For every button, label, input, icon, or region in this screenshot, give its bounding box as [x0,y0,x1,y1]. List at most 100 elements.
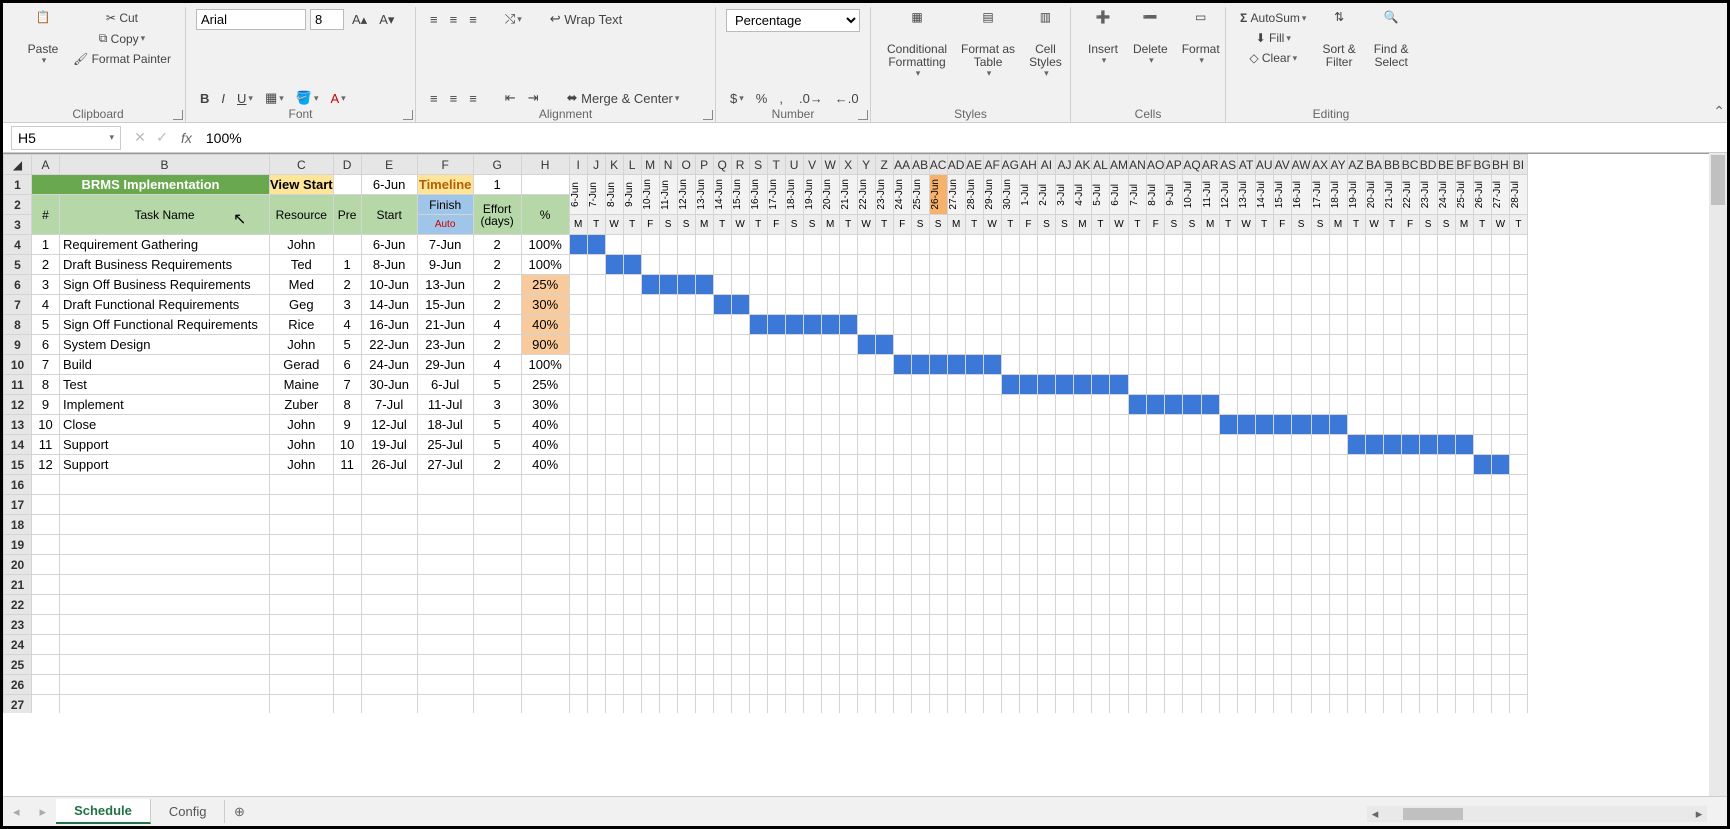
cell[interactable] [1311,555,1329,575]
gantt-cell[interactable] [1037,235,1055,255]
cell[interactable] [1237,655,1255,675]
cell[interactable] [929,635,947,655]
gantt-cell[interactable] [1329,355,1347,375]
cell[interactable] [587,615,605,635]
cell[interactable] [1509,695,1527,714]
gantt-cell[interactable] [929,275,947,295]
cell[interactable] [417,595,473,615]
cell[interactable] [1055,555,1073,575]
cell[interactable] [803,595,821,615]
gantt-cell[interactable] [677,415,695,435]
cell[interactable] [1311,695,1329,714]
gantt-cell[interactable] [677,275,695,295]
cell[interactable] [521,535,569,555]
cell[interactable] [1001,595,1019,615]
cell[interactable] [839,575,857,595]
col-header[interactable]: M [641,155,659,175]
cell[interactable] [1073,495,1091,515]
gantt-cell[interactable] [1219,395,1237,415]
gantt-cell[interactable] [929,255,947,275]
cell[interactable] [641,515,659,535]
gantt-cell[interactable] [1401,275,1419,295]
cell[interactable] [1255,575,1273,595]
cell[interactable] [1146,655,1164,675]
cell[interactable] [1219,615,1237,635]
cell[interactable] [1037,515,1055,535]
gantt-cell[interactable] [1437,455,1455,475]
cell[interactable] [983,675,1001,695]
cell[interactable] [1311,675,1329,695]
gantt-cell[interactable] [1073,255,1091,275]
gantt-cell[interactable] [1091,395,1109,415]
cell[interactable] [857,515,875,535]
cell[interactable] [875,655,893,675]
task-finish[interactable]: 9-Jun [417,255,473,275]
cell[interactable] [857,615,875,635]
gantt-cell[interactable] [1273,235,1291,255]
cell[interactable] [785,475,803,495]
cell[interactable] [1509,655,1527,675]
col-header[interactable]: BA [1365,155,1383,175]
paste-button[interactable]: 📋 Paste▾ [21,9,65,68]
cell[interactable] [270,595,334,615]
gantt-cell[interactable] [749,435,767,455]
cell[interactable] [1383,575,1401,595]
gantt-cell[interactable] [1365,395,1383,415]
cell[interactable] [1201,535,1219,555]
cell[interactable] [1109,475,1128,495]
cell[interactable] [767,535,785,555]
gantt-cell[interactable] [839,455,857,475]
cell[interactable] [1201,555,1219,575]
gantt-cell[interactable] [1109,435,1128,455]
cell[interactable] [1146,515,1164,535]
cell[interactable] [1365,555,1383,575]
gantt-cell[interactable] [1473,275,1491,295]
col-header[interactable]: BG [1473,155,1491,175]
gantt-cell[interactable] [1183,275,1201,295]
cell[interactable] [695,535,713,555]
cell[interactable] [893,655,911,675]
gantt-cell[interactable] [1255,455,1273,475]
gantt-cell[interactable] [1128,315,1146,335]
cell[interactable] [605,615,623,635]
cell[interactable] [623,635,641,655]
cell[interactable] [641,575,659,595]
gantt-cell[interactable] [965,295,983,315]
cell[interactable] [1491,695,1509,714]
gantt-cell[interactable] [965,455,983,475]
cell[interactable] [839,495,857,515]
cell[interactable] [1473,555,1491,575]
find-select-button[interactable]: 🔍Find & Select [1368,9,1415,71]
gantt-cell[interactable] [1347,395,1365,415]
cell[interactable] [983,615,1001,635]
cell[interactable] [1255,655,1273,675]
cell[interactable] [1273,575,1291,595]
gantt-cell[interactable] [1073,295,1091,315]
col-header[interactable]: AM [1109,155,1128,175]
cell[interactable] [333,555,361,575]
cell[interactable] [749,635,767,655]
cell[interactable] [361,655,417,675]
gantt-cell[interactable] [713,455,731,475]
tab-nav-next[interactable]: ▸ [30,804,57,820]
cell[interactable] [875,595,893,615]
gantt-cell[interactable] [1201,315,1219,335]
gantt-cell[interactable] [1383,295,1401,315]
task-num[interactable]: 6 [32,335,60,355]
gantt-cell[interactable] [1491,415,1509,435]
gantt-cell[interactable] [803,295,821,315]
cell[interactable] [473,635,521,655]
gantt-cell[interactable] [1128,455,1146,475]
cell[interactable] [947,655,965,675]
gantt-cell[interactable] [605,395,623,415]
cell[interactable] [1383,675,1401,695]
cell[interactable] [60,535,270,555]
cell[interactable] [1001,515,1019,535]
gantt-cell[interactable] [1109,235,1128,255]
gantt-cell[interactable] [1128,395,1146,415]
gantt-cell[interactable] [1201,275,1219,295]
row-header[interactable]: 4 [4,235,32,255]
cell[interactable] [785,555,803,575]
gantt-cell[interactable] [1419,355,1437,375]
gantt-cell[interactable] [605,355,623,375]
